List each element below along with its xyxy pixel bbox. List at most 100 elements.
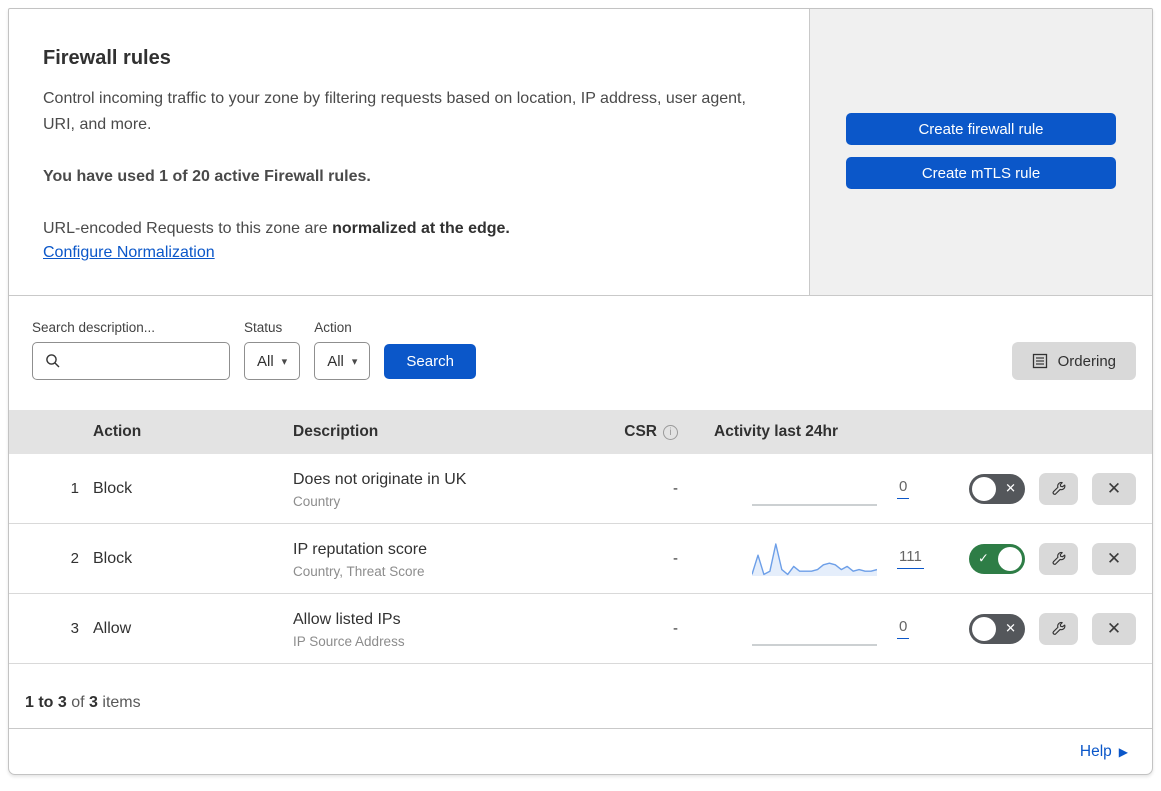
filter-bar: Search description... Status All ▾ Actio…: [9, 296, 1152, 410]
actions-panel: Create firewall rule Create mTLS rule: [809, 9, 1152, 295]
arrow-right-icon: ▶: [1118, 744, 1128, 759]
description-column-header: Description: [293, 423, 379, 440]
normalization-text: URL-encoded Requests to this zone are: [43, 220, 333, 237]
status-dropdown[interactable]: All ▾: [244, 342, 301, 380]
rule-title: Allow listed IPs: [293, 610, 401, 628]
normalization-note: URL-encoded Requests to this zone are no…: [43, 216, 763, 242]
action-dropdown-value: All: [327, 352, 344, 370]
edit-rule-button[interactable]: [1039, 612, 1078, 645]
rule-action: Allow: [93, 619, 132, 637]
search-button[interactable]: Search: [384, 344, 476, 379]
table-row: 3 Allow Allow listed IPs IP Source Addre…: [9, 594, 1152, 664]
activity-sparkline: [752, 609, 877, 649]
ordering-button[interactable]: Ordering: [1011, 342, 1136, 380]
create-firewall-rule-button[interactable]: Create firewall rule: [846, 113, 1116, 145]
close-icon: ✕: [1106, 549, 1122, 568]
chevron-down-icon: ▾: [351, 355, 358, 368]
action-dropdown[interactable]: All ▾: [314, 342, 371, 380]
toggle-state-icon: ✕: [1005, 620, 1016, 636]
usage-summary: You have used 1 of 20 active Firewall ru…: [43, 168, 371, 185]
rule-activity-cell: 0: [678, 469, 928, 509]
help-bar: Help ▶: [9, 729, 1152, 774]
toggle-state-icon: ✓: [978, 550, 989, 566]
pagination-range: 1 to 3: [25, 694, 67, 711]
status-dropdown-value: All: [257, 352, 274, 370]
page-title: Firewall rules: [43, 47, 171, 69]
edit-rule-button[interactable]: [1039, 472, 1078, 505]
delete-rule-button[interactable]: ✕: [1092, 542, 1136, 575]
configure-normalization-link[interactable]: Configure Normalization: [43, 244, 215, 262]
create-mtls-rule-button[interactable]: Create mTLS rule: [846, 157, 1116, 189]
firewall-rules-page: Firewall rules Control incoming traffic …: [8, 8, 1153, 775]
rule-description-cell: Allow listed IPs IP Source Address: [293, 609, 603, 649]
toggle-state-icon: ✕: [1005, 480, 1016, 496]
rule-fields: Country, Threat Score: [293, 563, 425, 579]
delete-rule-button[interactable]: ✕: [1092, 472, 1136, 505]
csr-header-label: CSR: [624, 423, 657, 440]
help-link[interactable]: Help ▶: [1080, 743, 1128, 761]
action-column-header: Action: [93, 423, 142, 440]
activity-count-link[interactable]: 0: [897, 478, 910, 499]
pagination-summary: 1 to 3 of 3 items: [9, 664, 1152, 729]
edit-rule-button[interactable]: [1039, 542, 1078, 575]
pagination-total: 3: [89, 694, 98, 711]
rule-activity-cell: 111: [678, 539, 928, 579]
status-filter-group: Status All ▾: [244, 320, 301, 380]
search-icon: [45, 353, 61, 369]
rule-controls: ✕ ✕: [969, 612, 1136, 645]
rule-controls: ✕ ✕: [969, 472, 1136, 505]
toggle-knob: [998, 546, 1022, 571]
chevron-down-icon: ▾: [281, 355, 288, 368]
rule-number: 1: [70, 480, 79, 497]
rule-activity-cell: 0: [678, 609, 928, 649]
csr-column-header: CSR i: [624, 423, 678, 441]
rule-enable-toggle[interactable]: ✓: [969, 543, 1025, 574]
list-document-icon: [1032, 353, 1048, 369]
rule-description-cell: Does not originate in UK Country: [293, 469, 603, 509]
rule-description-cell: IP reputation score Country, Threat Scor…: [293, 539, 603, 579]
pagination-of: of: [71, 694, 85, 711]
info-icon[interactable]: i: [663, 424, 678, 440]
search-label: Search description...: [32, 320, 156, 335]
rule-fields: IP Source Address: [293, 633, 405, 649]
rule-action: Block: [93, 479, 133, 497]
page-header-section: Firewall rules Control incoming traffic …: [9, 9, 1152, 296]
close-icon: ✕: [1106, 619, 1122, 638]
rule-enable-toggle[interactable]: ✕: [969, 613, 1025, 644]
rule-number: 2: [70, 550, 79, 567]
table-row: 2 Block IP reputation score Country, Thr…: [9, 524, 1152, 594]
activity-count-link[interactable]: 0: [897, 618, 910, 639]
normalization-bold-text: normalized at the edge.: [332, 220, 510, 237]
intro-block: Firewall rules Control incoming traffic …: [9, 9, 809, 295]
wrench-icon: [1050, 620, 1067, 637]
rule-controls: ✓ ✕: [969, 542, 1136, 575]
help-link-label: Help: [1079, 742, 1112, 760]
pagination-items: items: [102, 694, 141, 711]
activity-sparkline: [752, 539, 877, 579]
table-header-row: Action Description CSR i Activity last 2…: [9, 410, 1152, 454]
page-description: Control incoming traffic to your zone by…: [43, 90, 746, 133]
rule-action: Block: [93, 549, 133, 567]
rule-title: Does not originate in UK: [293, 470, 467, 488]
rule-title: IP reputation score: [293, 540, 428, 558]
rule-enable-toggle[interactable]: ✕: [969, 473, 1025, 504]
rule-number: 3: [70, 620, 79, 637]
table-row: 1 Block Does not originate in UK Country…: [9, 454, 1152, 524]
rule-fields: Country: [293, 493, 341, 509]
status-label: Status: [244, 320, 283, 335]
ordering-button-label: Ordering: [1057, 352, 1116, 370]
wrench-icon: [1050, 480, 1067, 497]
search-box[interactable]: [32, 342, 230, 380]
search-input[interactable]: [67, 352, 221, 370]
close-icon: ✕: [1106, 479, 1122, 498]
wrench-icon: [1050, 550, 1067, 567]
toggle-knob: [972, 476, 996, 501]
action-filter-group: Action All ▾: [314, 320, 371, 380]
activity-count-link[interactable]: 111: [897, 548, 924, 569]
action-label: Action: [314, 320, 352, 335]
toggle-knob: [972, 616, 996, 641]
delete-rule-button[interactable]: ✕: [1092, 612, 1136, 645]
activity-sparkline: [752, 469, 877, 509]
activity-column-header: Activity last 24hr: [714, 423, 839, 440]
filter-controls: Search description... Status All ▾ Actio…: [32, 320, 476, 380]
